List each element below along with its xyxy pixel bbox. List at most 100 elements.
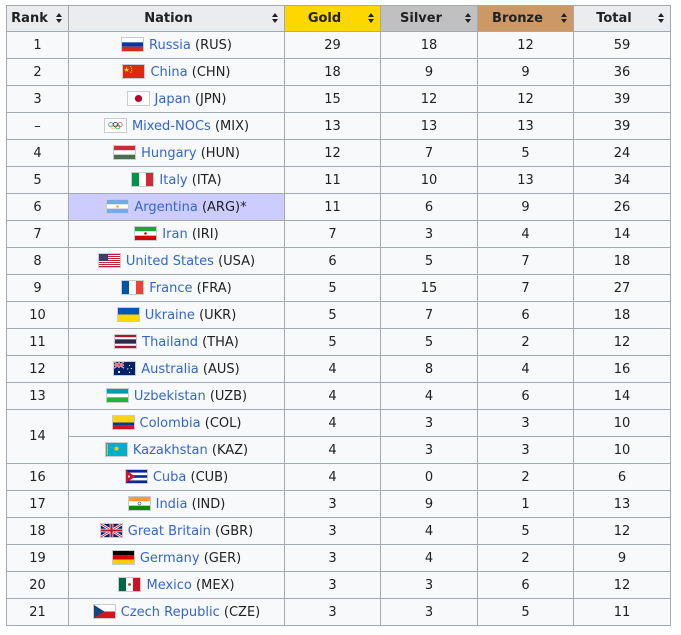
nation-code: (CUB) — [190, 470, 229, 485]
nation-link[interactable]: Mixed-NOCs — [132, 119, 211, 134]
table-row: 1 Russia (RUS) 29 18 12 59 — [6, 31, 671, 59]
gold-count-cell: 4 — [284, 382, 381, 410]
table-row: 4 Hungary (HUN) 12 7 5 24 — [6, 139, 671, 167]
nation-cell: Cuba (CUB) — [68, 463, 285, 491]
table-row: 12 Australia (AUS) 4 8 4 16 — [6, 355, 671, 383]
nation-link[interactable]: Czech Republic — [121, 605, 220, 620]
nation-link[interactable]: Hungary — [141, 146, 197, 161]
nation-link[interactable]: Mexico — [146, 578, 191, 593]
nation-cell: India (IND) — [68, 490, 285, 518]
table-row: 21 Czech Republic (CZE) 3 3 5 11 — [6, 598, 671, 626]
sort-icon[interactable] — [561, 13, 568, 25]
gold-count-cell: 5 — [284, 301, 381, 329]
nation-column-header[interactable]: Nation — [68, 5, 285, 32]
nation-cell: Czech Republic (CZE) — [68, 598, 285, 626]
bronze-count-cell: 1 — [477, 490, 574, 518]
bronze-count-cell: 6 — [477, 301, 574, 329]
total-count-cell: 12 — [573, 517, 671, 545]
total-count-cell: 27 — [573, 274, 671, 302]
silver-header-label: Silver — [400, 11, 442, 26]
total-count-cell: 34 — [573, 166, 671, 194]
silver-count-cell: 3 — [380, 571, 478, 599]
bronze-count-cell: 13 — [477, 166, 574, 194]
table-row: 17 India (IND) 3 9 1 13 — [6, 490, 671, 518]
nation-cell: Germany (GER) — [68, 544, 285, 572]
total-column-header[interactable]: Total — [573, 5, 671, 32]
bronze-count-cell: 2 — [477, 544, 574, 572]
medal-table-body: 1 Russia (RUS) 29 18 12 59 2 China (CHN) 18 9 9 36 3… — [6, 31, 671, 626]
nation-code: (RUS) — [195, 38, 232, 53]
nation-link[interactable]: Australia — [141, 362, 199, 377]
silver-count-cell: 0 — [380, 463, 478, 491]
sort-icon[interactable] — [658, 13, 665, 25]
nation-link[interactable]: Cuba — [153, 470, 187, 485]
sort-icon[interactable] — [272, 13, 279, 25]
nation-link[interactable]: Italy — [159, 173, 187, 188]
nation-link[interactable]: Argentina — [134, 200, 197, 215]
nation-link[interactable]: India — [156, 497, 188, 512]
nation-link[interactable]: Iran — [162, 227, 187, 242]
usa-flag-icon — [97, 253, 121, 268]
gold-column-header[interactable]: Gold — [284, 5, 381, 32]
bronze-count-cell: 5 — [477, 598, 574, 626]
total-header-label: Total — [596, 11, 632, 26]
nation-link[interactable]: Colombia — [140, 416, 201, 431]
nation-link[interactable]: France — [149, 281, 192, 296]
rank-column-header[interactable]: Rank — [6, 5, 69, 32]
nation-link[interactable]: Russia — [149, 38, 191, 53]
bronze-count-cell: 7 — [477, 274, 574, 302]
table-row: 18 Great Britain (GBR) 3 4 5 12 — [6, 517, 671, 545]
nation-header-label: Nation — [144, 11, 193, 26]
total-count-cell: 12 — [573, 328, 671, 356]
gold-count-cell: 4 — [284, 436, 381, 464]
rank-cell: 13 — [6, 382, 69, 410]
china-flag-icon — [122, 64, 146, 79]
nation-cell: Mexico (MEX) — [68, 571, 285, 599]
table-row: Kazakhstan (KAZ) 4 3 3 10 — [7, 436, 671, 464]
nation-link[interactable]: Thailand — [142, 335, 198, 350]
silver-count-cell: 4 — [380, 517, 478, 545]
gold-count-cell: 3 — [284, 598, 381, 626]
nation-link[interactable]: Uzbekistan — [134, 389, 206, 404]
rank-cell: 10 — [6, 301, 69, 329]
silver-count-cell: 4 — [380, 382, 478, 410]
nation-link[interactable]: United States — [126, 254, 214, 269]
sort-icon[interactable] — [56, 13, 63, 25]
gold-count-cell: 12 — [284, 139, 381, 167]
sort-icon[interactable] — [368, 13, 375, 25]
nation-code: (THA) — [202, 335, 239, 350]
nation-code: (COL) — [204, 416, 242, 431]
table-row: 9 France (FRA) 5 15 7 27 — [6, 274, 671, 302]
kazakhstan-flag-icon — [104, 442, 128, 457]
bronze-count-cell: 2 — [477, 328, 574, 356]
bronze-column-header[interactable]: Bronze — [477, 5, 574, 32]
table-row: 13 Uzbekistan (UZB) 4 4 6 14 — [6, 382, 671, 410]
silver-count-cell: 6 — [380, 193, 478, 221]
rank-cell: 11 — [6, 328, 69, 356]
silver-column-header[interactable]: Silver — [380, 5, 478, 32]
nation-link[interactable]: Japan — [155, 92, 191, 107]
nation-code: (CZE) — [223, 605, 261, 620]
gold-count-cell: 7 — [284, 220, 381, 248]
australia-flag-icon — [113, 361, 137, 376]
total-count-cell: 10 — [573, 436, 671, 464]
rank-cell: 8 — [6, 247, 69, 275]
nation-link[interactable]: China — [150, 65, 187, 80]
nation-link[interactable]: Ukraine — [145, 308, 195, 323]
nation-code: (GER) — [203, 551, 242, 566]
nation-cell: Russia (RUS) — [68, 31, 285, 59]
nation-cell: Hungary (HUN) — [68, 139, 285, 167]
nation-link[interactable]: Germany — [140, 551, 200, 566]
nation-link[interactable]: Great Britain — [128, 524, 211, 539]
gold-count-cell: 11 — [284, 166, 381, 194]
nation-code: (IND) — [191, 497, 226, 512]
table-row: 2 China (CHN) 18 9 9 36 — [6, 58, 671, 86]
rank-cell: 1 — [6, 31, 69, 59]
nation-code: (UZB) — [209, 389, 248, 404]
nation-link[interactable]: Kazakhstan — [133, 443, 208, 458]
sort-icon[interactable] — [465, 13, 472, 25]
gold-header-label: Gold — [307, 11, 342, 26]
total-count-cell: 36 — [573, 58, 671, 86]
nation-code: (MEX) — [196, 578, 235, 593]
nation-code: (GBR) — [215, 524, 254, 539]
